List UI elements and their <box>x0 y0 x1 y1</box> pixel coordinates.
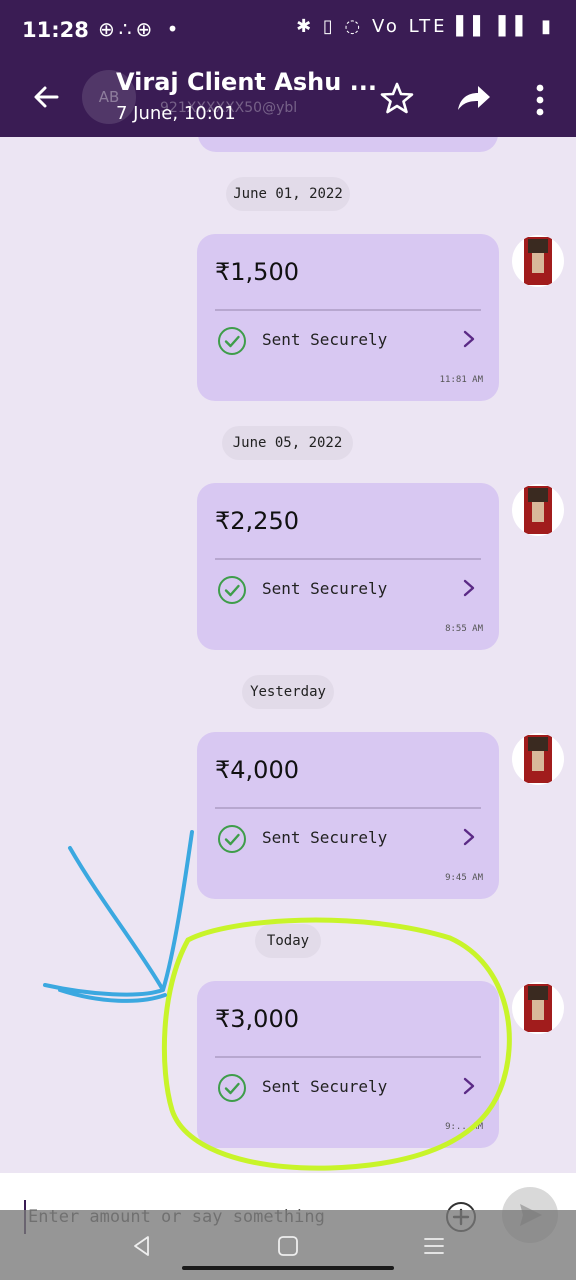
nav-home-icon[interactable] <box>276 1234 300 1258</box>
more-vertical-icon <box>536 84 544 116</box>
payment-amount: ₹2,250 <box>215 507 299 535</box>
chat-thread[interactable]: June 01, 2022 ₹1,500 Sent Securely 11:81… <box>0 137 576 1173</box>
last-activity-date: 7 June, 10:01 <box>116 103 236 124</box>
payment-bubble[interactable]: ₹3,000 Sent Securely 9:.. AM <box>197 981 499 1148</box>
check-circle-icon <box>218 327 246 355</box>
gesture-handle[interactable] <box>182 1266 394 1270</box>
sender-avatar <box>512 982 564 1034</box>
date-divider: June 05, 2022 <box>222 426 353 460</box>
payment-bubble[interactable]: ₹1,500 Sent Securely 11:81 AM <box>197 234 499 401</box>
arrow-left-icon <box>34 86 59 108</box>
profile-photo-icon <box>524 237 552 285</box>
system-icons: ✱ ▯ ◌ Vo LTE ▌▌ ▌▌ ▮ <box>296 16 554 37</box>
chevron-right-icon[interactable] <box>459 825 479 849</box>
message-time: 9:45 AM <box>445 873 483 883</box>
payment-amount: ₹4,000 <box>215 756 299 784</box>
app-bar: AB Viraj Client Ashu ... 921XXXXXX50@ybl… <box>0 60 576 137</box>
bubble-divider <box>215 309 481 311</box>
system-nav-bar <box>0 1210 576 1280</box>
payment-status: Sent Securely <box>262 828 388 847</box>
notification-icons: ⊕∴⊕ • <box>98 17 183 41</box>
star-icon <box>380 82 414 114</box>
sender-avatar <box>512 235 564 287</box>
sender-avatar <box>512 733 564 785</box>
share-arrow-icon <box>458 86 490 110</box>
nav-menu-icon[interactable] <box>422 1234 446 1258</box>
payment-amount: ₹3,000 <box>215 1005 299 1033</box>
date-divider: June 01, 2022 <box>226 177 350 211</box>
payment-status: Sent Securely <box>262 1077 388 1096</box>
date-divider: Today <box>255 924 321 958</box>
check-circle-icon <box>218 576 246 604</box>
check-circle-icon <box>218 1074 246 1102</box>
payment-amount: ₹1,500 <box>215 258 299 286</box>
bubble-divider <box>215 807 481 809</box>
payment-bubble[interactable]: ₹2,250 Sent Securely 8:55 AM <box>197 483 499 650</box>
status-bar: 11:28 ⊕∴⊕ • ✱ ▯ ◌ Vo LTE ▌▌ ▌▌ ▮ <box>0 0 576 60</box>
contact-name[interactable]: Viraj Client Ashu ... <box>116 68 377 96</box>
chevron-right-icon[interactable] <box>459 576 479 600</box>
profile-photo-icon <box>524 735 552 783</box>
share-button[interactable] <box>452 76 496 120</box>
date-divider: Yesterday <box>242 675 334 709</box>
chevron-right-icon[interactable] <box>459 1074 479 1098</box>
bubble-divider <box>215 558 481 560</box>
back-button[interactable] <box>26 77 66 117</box>
payment-bubble[interactable]: ₹4,000 Sent Securely 9:45 AM <box>197 732 499 899</box>
message-time: 11:81 AM <box>439 375 483 385</box>
payment-status: Sent Securely <box>262 330 388 349</box>
favorite-button[interactable] <box>377 78 417 118</box>
check-circle-icon <box>218 825 246 853</box>
message-time: 9:.. AM <box>445 1122 483 1132</box>
more-options-button[interactable] <box>528 80 552 120</box>
bubble-divider <box>215 1056 481 1058</box>
chevron-right-icon[interactable] <box>459 327 479 351</box>
message-time: 8:55 AM <box>445 624 483 634</box>
previous-message-bubble[interactable] <box>198 137 498 152</box>
profile-photo-icon <box>524 984 552 1032</box>
sender-avatar <box>512 484 564 536</box>
nav-back-icon[interactable] <box>130 1234 154 1258</box>
payment-status: Sent Securely <box>262 579 388 598</box>
status-time: 11:28 <box>22 18 89 42</box>
profile-photo-icon <box>524 486 552 534</box>
